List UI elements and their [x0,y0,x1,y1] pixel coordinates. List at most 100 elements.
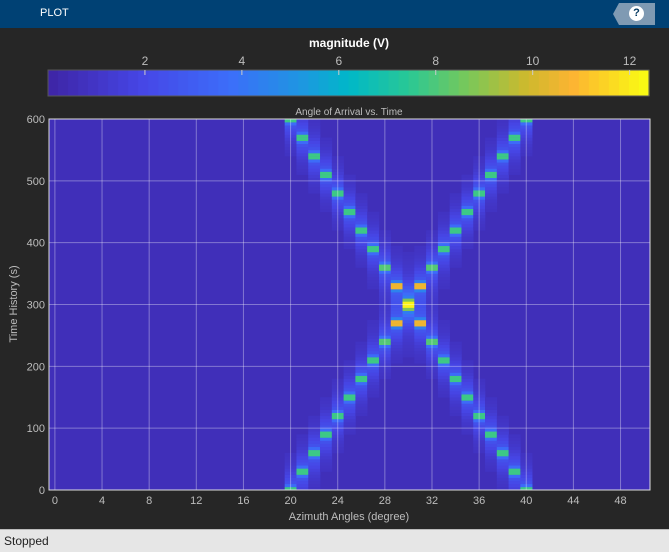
heatmap-cell [414,332,427,336]
heatmap-cell [390,258,403,262]
heatmap-cell [308,415,321,420]
heatmap-cell [449,217,462,222]
heatmap-cell [390,292,403,296]
heatmap-cell [449,199,462,203]
heatmap-cell [367,221,380,225]
heatmap-cell [390,323,403,327]
heatmap-cell [449,196,462,200]
heatmap-cell [402,282,415,287]
heatmap-cell [308,428,321,432]
heatmap-cell [320,193,333,197]
heatmap-cell [296,471,309,475]
heatmap-cell [355,381,368,386]
heatmap-cell [437,270,450,274]
heatmap-cell [449,344,462,349]
heatmap-cell [461,391,474,395]
heatmap-cell [296,156,309,160]
heatmap-cell [367,344,380,349]
heatmap-cell [320,137,333,141]
heatmap-cell [367,329,380,333]
heatmap-cell [320,428,333,432]
x-tick-label: 20 [284,495,296,507]
heatmap-cell [437,394,450,398]
heatmap-cell [343,369,356,373]
heatmap-cell [496,180,509,185]
heatmap-cell [320,452,333,457]
heatmap-cell [355,357,368,361]
heatmap-cell [508,477,521,482]
heatmap-cell [414,248,427,253]
heatmap-cell [296,449,309,454]
heatmap-cell [367,319,380,324]
heatmap-cell [367,378,380,383]
heatmap-cell [508,143,521,148]
heatmap-cell [343,199,356,203]
heatmap-cell [414,258,427,262]
heatmap-cell [320,199,333,203]
heatmap-cell [508,125,521,129]
heatmap-cell [343,224,356,228]
heatmap-cell [308,477,321,482]
colorbar-segment [58,70,69,96]
heatmap-cell [320,180,333,185]
heatmap-cell [508,162,521,166]
heatmap-cell [508,134,521,138]
heatmap-cell [508,131,521,135]
heatmap-cell [449,412,462,417]
heatmap-cell [449,394,462,398]
heatmap-cell [367,375,380,379]
heatmap-cell [437,282,450,287]
heatmap-cell [402,295,415,299]
help-button[interactable]: ? [613,3,655,25]
heatmap-cell [414,341,427,345]
heatmap-cell [449,227,462,231]
heatmap-cell [343,360,356,364]
heatmap-cell [296,122,309,126]
heatmap-cell [496,187,509,191]
heatmap-cell [355,227,368,231]
heatmap-cell [355,217,368,222]
heatmap-cell [320,174,333,179]
heatmap-cell [437,381,450,386]
heatmap-cell [308,146,321,151]
heatmap-cell [508,452,521,457]
x-tick-label: 48 [614,495,626,507]
heatmap-cell [496,134,509,138]
heatmap-cell [355,261,368,265]
heatmap-cell [308,443,321,448]
y-tick-label: 600 [27,114,45,126]
heatmap-cell [367,394,380,398]
heatmap-cell [437,353,450,358]
heatmap-cell [449,391,462,395]
heatmap-cell [414,338,427,342]
heatmap-cell [343,236,356,240]
heatmap-cell [367,282,380,287]
heatmap-cell [461,384,474,389]
heatmap-cell [390,295,403,299]
heatmap-cell [367,335,380,339]
heatmap-cell [414,292,427,296]
heatmap-cell [355,366,368,370]
heatmap-cell [508,159,521,163]
figure: magnitude (V) 2 4 6 8 10 12 Angle of Arrival … [8,36,651,523]
heatmap-cell [343,217,356,222]
heatmap-cell [449,202,462,206]
heatmap-cell [485,149,498,154]
heatmap-cell [437,276,450,281]
heatmap-cell [437,347,450,352]
heatmap-cell [508,480,521,485]
heatmap-cell [437,319,450,324]
heatmap-cell [308,153,321,157]
heatmap-cell [449,208,462,213]
heatmap-cell [308,431,321,435]
heatmap-cell [390,360,403,364]
chart-title: Angle of Arrival vs. Time [295,107,403,118]
heatmap-cell [414,310,427,315]
heatmap-cell [485,449,498,454]
heatmap-cell [402,255,415,259]
heatmap-cell [355,196,368,200]
heatmap-cell [402,264,415,268]
x-tick-label: 40 [520,495,532,507]
heatmap-cell [496,428,509,432]
heatmap-cell [402,273,415,277]
